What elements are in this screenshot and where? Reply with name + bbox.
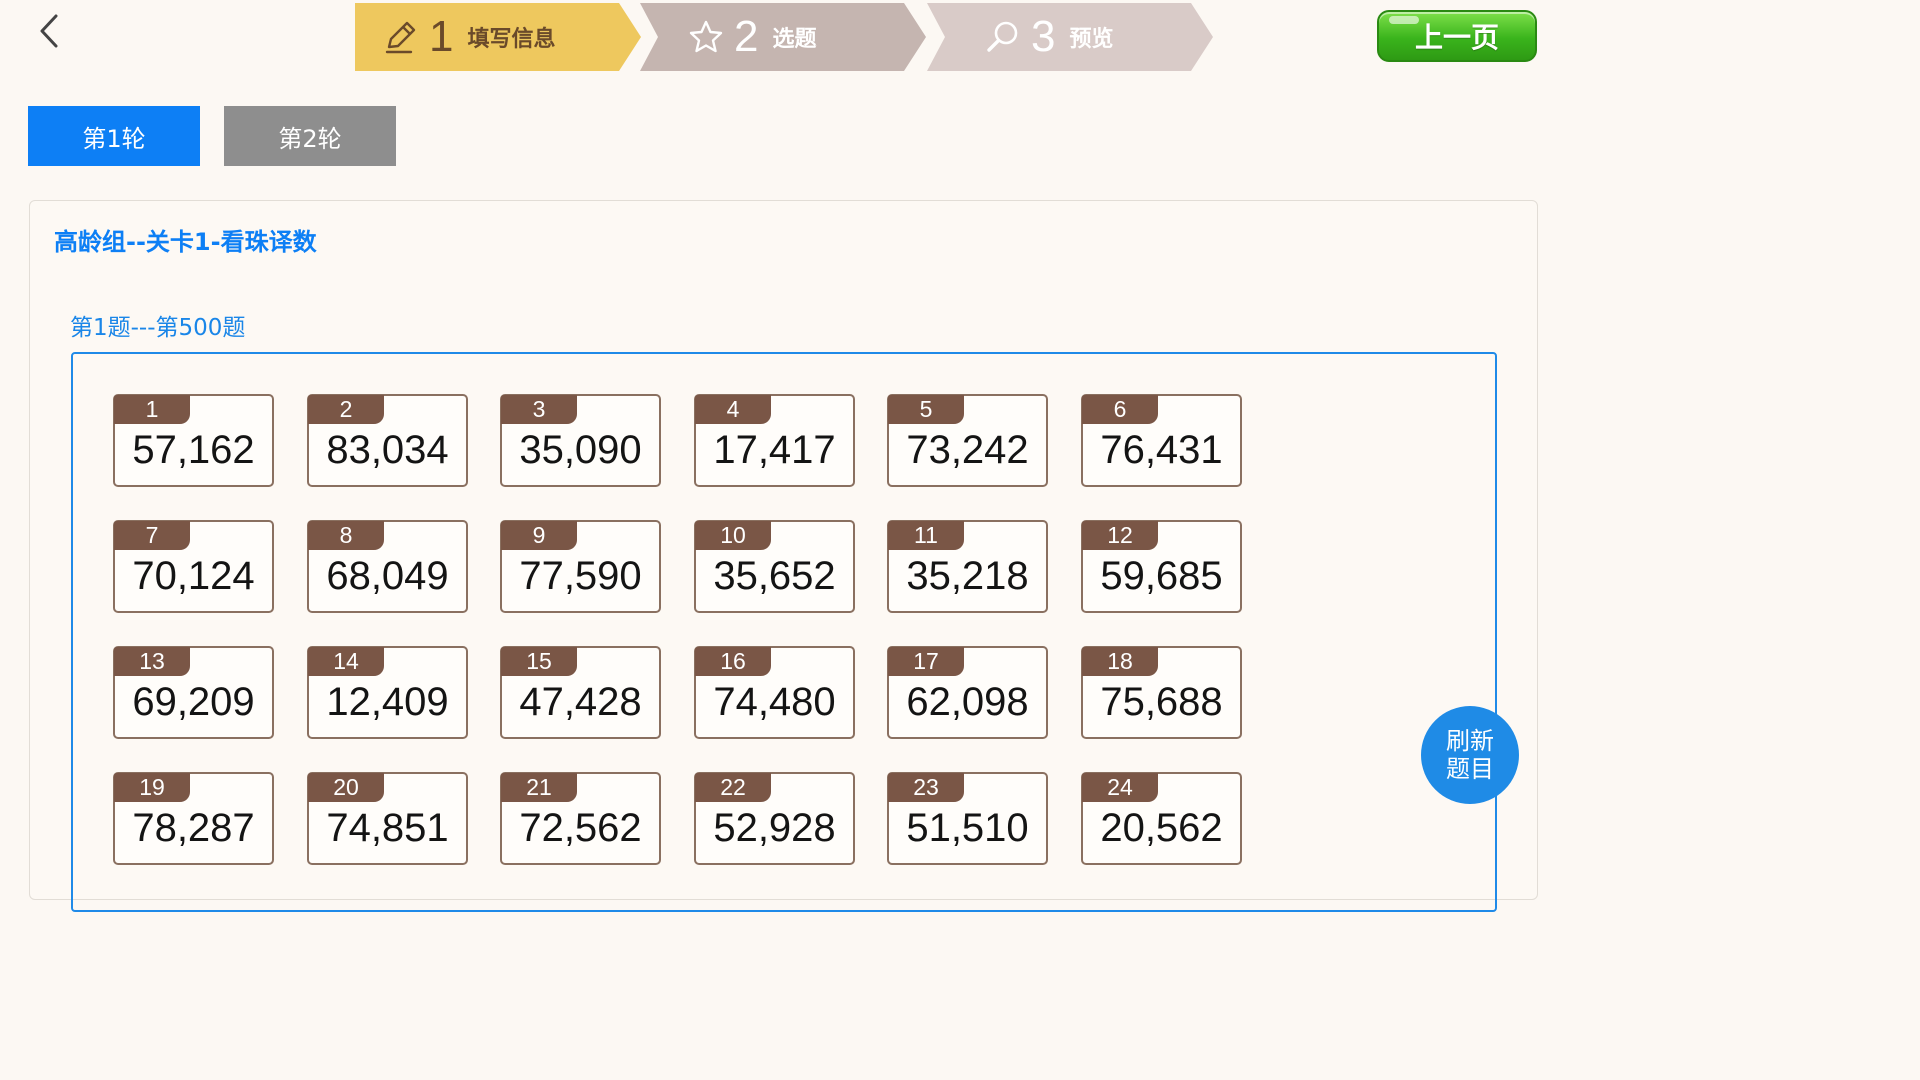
question-value: 62,098 [906, 680, 1029, 724]
question-value: 51,510 [906, 806, 1029, 850]
question-number: 9 [501, 521, 577, 550]
question-value: 73,242 [906, 428, 1029, 472]
question-value: 75,688 [1100, 680, 1223, 724]
question-number: 4 [695, 395, 771, 424]
question-value: 83,034 [326, 428, 449, 472]
question-card[interactable]: 3 35,090 [500, 394, 661, 487]
step-label: 填写信息 [467, 27, 556, 52]
question-value: 78,287 [132, 806, 255, 850]
question-card[interactable]: 19 78,287 [113, 772, 274, 865]
chevron-left-icon [40, 14, 58, 48]
pencil-icon [385, 21, 416, 54]
question-card[interactable]: 16 74,480 [694, 646, 855, 739]
step-preview[interactable]: 3 预览 [927, 3, 1213, 71]
question-range-label: 第1题---第500题 [70, 315, 246, 341]
question-card[interactable]: 21 72,562 [500, 772, 661, 865]
question-number: 22 [695, 773, 771, 802]
step-number: 3 [1031, 12, 1056, 61]
question-number: 24 [1082, 773, 1158, 802]
question-number: 18 [1082, 647, 1158, 676]
question-number: 11 [888, 521, 964, 550]
tab-round-1[interactable]: 第1轮 [28, 106, 200, 166]
question-value: 57,162 [132, 428, 255, 472]
question-value: 35,090 [519, 428, 642, 472]
question-number: 10 [695, 521, 771, 550]
question-value: 77,590 [519, 554, 642, 598]
button-shine [1389, 16, 1419, 24]
question-value: 70,124 [132, 554, 255, 598]
prev-page-label: 上一页 [1414, 21, 1499, 54]
question-value: 20,562 [1100, 806, 1223, 850]
question-card[interactable]: 22 52,928 [694, 772, 855, 865]
question-card[interactable]: 10 35,652 [694, 520, 855, 613]
question-value: 74,480 [713, 680, 836, 724]
question-value: 72,562 [519, 806, 642, 850]
question-value: 69,209 [132, 680, 255, 724]
question-number: 5 [888, 395, 964, 424]
prev-page-button[interactable]: 上一页 [1377, 10, 1537, 62]
question-card[interactable]: 6 76,431 [1081, 394, 1242, 487]
question-value: 17,417 [713, 428, 836, 472]
question-card[interactable]: 2 83,034 [307, 394, 468, 487]
question-number: 7 [114, 521, 190, 550]
page: 1 填写信息 2 选题 3 预览 上一页 第1轮 第2轮 高龄组--关卡1-看珠… [0, 0, 1568, 912]
refresh-label-line1: 刷新 [1446, 727, 1494, 755]
question-value: 68,049 [326, 554, 449, 598]
question-card[interactable]: 7 70,124 [113, 520, 274, 613]
question-value: 76,431 [1100, 428, 1223, 472]
refresh-label-line2: 题目 [1446, 755, 1494, 783]
question-number: 20 [308, 773, 384, 802]
question-card[interactable]: 11 35,218 [887, 520, 1048, 613]
star-icon [689, 20, 723, 53]
question-value: 59,685 [1100, 554, 1223, 598]
question-card[interactable]: 13 69,209 [113, 646, 274, 739]
question-card[interactable]: 8 68,049 [307, 520, 468, 613]
step-fill-info[interactable]: 1 填写信息 [355, 3, 641, 71]
question-number: 15 [501, 647, 577, 676]
step-select-questions[interactable]: 2 选题 [640, 3, 926, 71]
question-value: 12,409 [326, 680, 449, 724]
question-card[interactable]: 18 75,688 [1081, 646, 1242, 739]
question-card[interactable]: 12 59,685 [1081, 520, 1242, 613]
question-card[interactable]: 15 47,428 [500, 646, 661, 739]
question-number: 12 [1082, 521, 1158, 550]
question-number: 13 [114, 647, 190, 676]
question-card[interactable]: 24 20,562 [1081, 772, 1242, 865]
question-card[interactable]: 9 77,590 [500, 520, 661, 613]
question-number: 19 [114, 773, 190, 802]
question-number: 23 [888, 773, 964, 802]
step-label: 预览 [1069, 27, 1114, 52]
question-card[interactable]: 14 12,409 [307, 646, 468, 739]
question-value: 35,652 [713, 554, 836, 598]
question-number: 3 [501, 395, 577, 424]
question-number: 21 [501, 773, 577, 802]
question-card[interactable]: 20 74,851 [307, 772, 468, 865]
question-card[interactable]: 1 57,162 [113, 394, 274, 487]
question-number: 1 [114, 395, 190, 424]
question-value: 52,928 [713, 806, 836, 850]
question-number: 16 [695, 647, 771, 676]
back-button[interactable] [34, 12, 70, 52]
question-card[interactable]: 23 51,510 [887, 772, 1048, 865]
step-number: 2 [734, 12, 759, 61]
step-number: 1 [429, 12, 454, 61]
question-number: 17 [888, 647, 964, 676]
step-label: 选题 [772, 27, 817, 52]
magnifier-icon [987, 21, 1018, 52]
question-value: 47,428 [519, 680, 642, 724]
panel-title: 高龄组--关卡1-看珠译数 [54, 228, 317, 256]
tab-round-2[interactable]: 第2轮 [224, 106, 396, 166]
question-number: 2 [308, 395, 384, 424]
question-number: 8 [308, 521, 384, 550]
question-card[interactable]: 17 62,098 [887, 646, 1048, 739]
question-card[interactable]: 4 17,417 [694, 394, 855, 487]
question-value: 74,851 [326, 806, 449, 850]
question-card[interactable]: 5 73,242 [887, 394, 1048, 487]
question-value: 35,218 [906, 554, 1029, 598]
question-number: 14 [308, 647, 384, 676]
refresh-questions-button[interactable]: 刷新 题目 [1421, 706, 1519, 804]
question-number: 6 [1082, 395, 1158, 424]
